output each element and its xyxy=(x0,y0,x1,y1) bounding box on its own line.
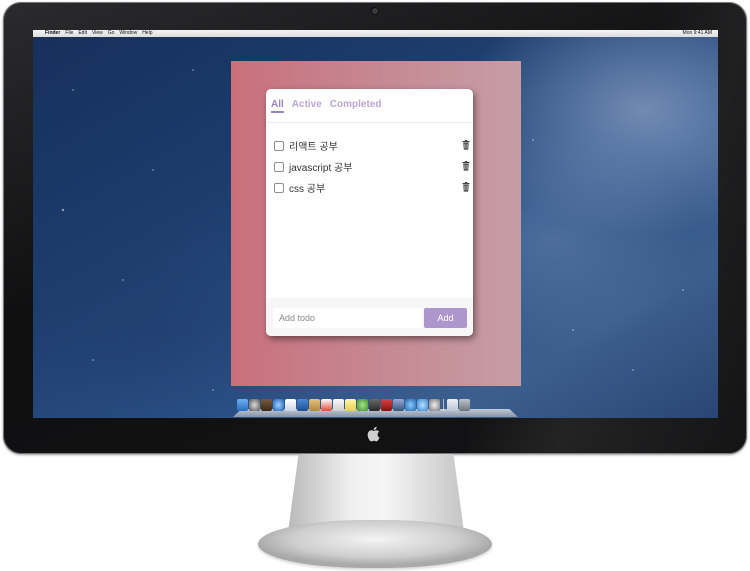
dock-icons xyxy=(237,399,470,411)
trash-icon[interactable] xyxy=(462,182,470,192)
menu-clock[interactable]: Mon 9:41 AM xyxy=(683,30,712,37)
reminders-dock-icon[interactable] xyxy=(333,399,344,411)
dock-separator xyxy=(443,399,444,411)
menu-edit[interactable]: Edit xyxy=(78,30,87,37)
iphoto-dock-icon[interactable] xyxy=(393,399,404,411)
trash-dock-icon[interactable] xyxy=(459,399,470,411)
menu-status-area: Mon 9:41 AM xyxy=(683,30,712,37)
add-todo-form: Add xyxy=(266,298,473,336)
menu-finder[interactable]: Finder xyxy=(45,30,60,37)
appstore-dock-icon[interactable] xyxy=(297,399,308,411)
menu-file[interactable]: File xyxy=(65,30,73,37)
safari-dock-icon[interactable] xyxy=(273,399,284,411)
system-preferences-dock-icon[interactable] xyxy=(429,399,440,411)
trash-icon[interactable] xyxy=(462,140,470,150)
desktop-screen: Finder File Edit View Go Window Help Mon… xyxy=(33,30,718,418)
facetime-dock-icon[interactable] xyxy=(369,399,380,411)
tab-completed[interactable]: Completed xyxy=(330,99,382,113)
menu-bar: Finder File Edit View Go Window Help Mon… xyxy=(33,30,718,37)
photobooth-dock-icon[interactable] xyxy=(381,399,392,411)
todo-checkbox[interactable] xyxy=(274,161,284,172)
contacts-dock-icon[interactable] xyxy=(309,399,320,411)
mail-dock-icon[interactable] xyxy=(285,399,296,411)
documents-dock-icon[interactable] xyxy=(447,399,458,411)
apple-logo-icon xyxy=(367,426,380,442)
calendar-dock-icon[interactable] xyxy=(321,399,332,411)
tab-active[interactable]: Active xyxy=(292,99,322,113)
menu-view[interactable]: View xyxy=(92,30,103,37)
trash-icon[interactable] xyxy=(462,161,470,171)
monitor-scene: Finder File Edit View Go Window Help Mon… xyxy=(0,0,750,571)
todo-list: 리액트 공부 javascript 공부 css 공부 xyxy=(266,123,473,298)
menu-help[interactable]: Help xyxy=(142,30,152,37)
add-todo-input[interactable] xyxy=(273,308,422,328)
monitor-stand-base xyxy=(258,520,492,568)
mission-control-dock-icon[interactable] xyxy=(261,399,272,411)
add-button[interactable]: Add xyxy=(424,308,467,328)
menu-go[interactable]: Go xyxy=(108,30,115,37)
app-window: All Active Completed 리액트 공부 javascript 공… xyxy=(231,61,521,386)
launchpad-dock-icon[interactable] xyxy=(249,399,260,411)
itunes-dock-icon[interactable] xyxy=(405,399,416,411)
todo-item: 리액트 공부 xyxy=(274,135,473,156)
todo-item: javascript 공부 xyxy=(274,156,473,177)
todo-item: css 공부 xyxy=(274,177,473,198)
tab-all[interactable]: All xyxy=(271,99,284,113)
notes-dock-icon[interactable] xyxy=(345,399,356,411)
menu-window[interactable]: Window xyxy=(119,30,137,37)
camera-icon xyxy=(372,8,378,14)
todo-text: css 공부 xyxy=(289,184,326,195)
dock xyxy=(233,399,518,417)
messages-dock-icon[interactable] xyxy=(357,399,368,411)
appstore2-dock-icon[interactable] xyxy=(417,399,428,411)
filter-tabs: All Active Completed xyxy=(266,89,473,123)
todo-card: All Active Completed 리액트 공부 javascript 공… xyxy=(266,89,473,336)
todo-checkbox[interactable] xyxy=(274,182,284,193)
finder-dock-icon[interactable] xyxy=(237,399,248,411)
todo-text: 리액트 공부 xyxy=(289,142,338,153)
todo-text: javascript 공부 xyxy=(289,163,353,174)
todo-checkbox[interactable] xyxy=(274,140,284,151)
apple-logo-icon xyxy=(366,426,382,444)
